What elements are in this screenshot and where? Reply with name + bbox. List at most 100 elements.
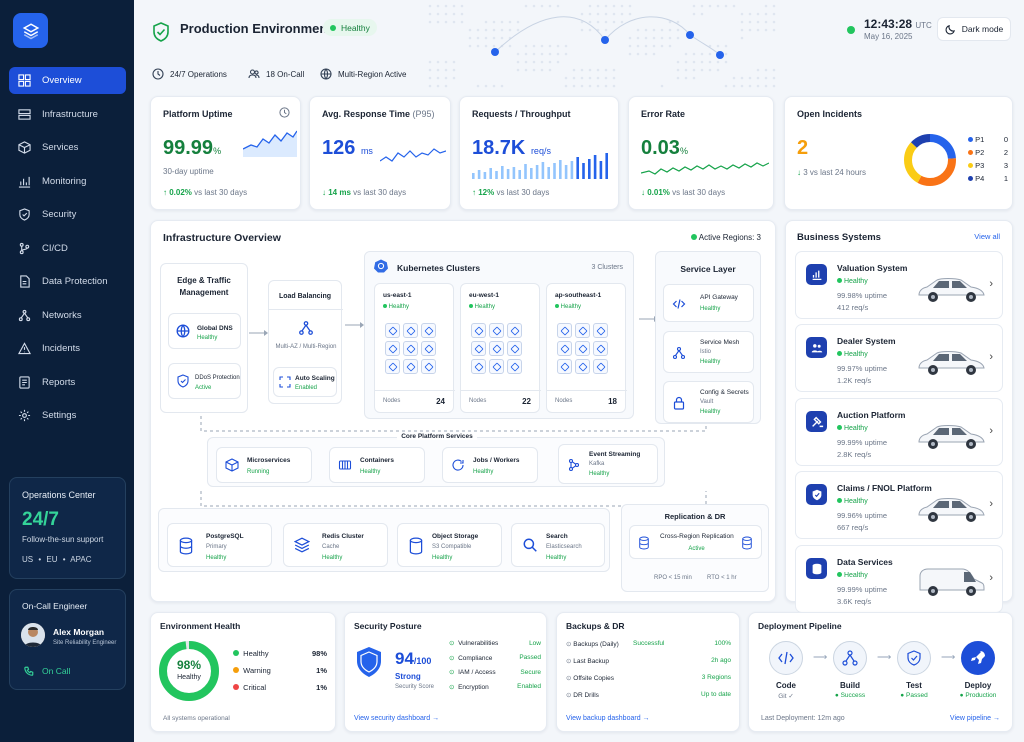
core-platform-box[interactable]: Core Platform Services Microservices Run…: [207, 433, 665, 487]
dr-rpo: RPO < 15 min: [654, 575, 692, 581]
chevron-right-icon[interactable]: ›: [989, 278, 993, 290]
store-status: Healthy: [432, 555, 453, 561]
app-logo[interactable]: [13, 13, 48, 48]
kpi-requests[interactable]: Requests / Throughput 18.7K req/s ↑ 12% …: [459, 96, 619, 210]
region-marker: [491, 48, 499, 56]
legend-value: 2: [1003, 148, 1008, 157]
pipeline-link[interactable]: View pipeline →: [950, 715, 1000, 722]
postgresql-node[interactable]: PostgreSQL Primary Healthy: [167, 523, 272, 567]
cross-region-replication-node[interactable]: Cross-Region Replication Active: [629, 525, 762, 559]
pipeline-step[interactable]: Build ● Success: [827, 641, 873, 699]
chevron-right-icon[interactable]: ›: [989, 572, 993, 584]
dark-mode-button[interactable]: Dark mode: [937, 17, 1011, 41]
sidebar-item-data-protection[interactable]: Data Protection: [9, 268, 126, 295]
business-system-item[interactable]: Data Services Healthy 99.99% uptime 3.6K…: [795, 545, 1003, 613]
object-storage-node[interactable]: Object Storage S3 Compatible Healthy: [397, 523, 502, 567]
microservices-node[interactable]: Microservices Running: [216, 447, 312, 483]
request-bar: [541, 162, 545, 179]
dark-mode-label: Dark mode: [961, 24, 1004, 34]
pipeline-step[interactable]: Deploy ● Production: [955, 641, 1001, 699]
kubernetes-icon: [374, 259, 388, 273]
security-score-of: /100: [413, 656, 432, 666]
cluster-ap-southeast-1[interactable]: ap-southeast-1 Healthy Nodes 18: [546, 283, 627, 413]
on-call-button[interactable]: On Call: [24, 666, 70, 676]
live-dot: [847, 26, 855, 34]
kpi-response-time[interactable]: Avg. Response Time (P95) 126 ms ↓ 14 ms …: [309, 96, 451, 210]
api-gateway-node[interactable]: API Gateway Healthy: [663, 284, 754, 322]
sidebar-item-security[interactable]: Security: [9, 201, 126, 228]
core-name: Containers: [360, 457, 394, 464]
load-balancing-box[interactable]: Load Balancing Multi-AZ / Multi-Region A…: [268, 280, 343, 404]
edge-title-1: Edge & Traffic: [177, 276, 231, 285]
replication-dr-box[interactable]: Replication & DR Cross-Region Replicatio…: [621, 504, 769, 592]
security-dashboard-link[interactable]: View security dashboard →: [354, 715, 439, 722]
redis-node[interactable]: Redis Cluster Cache Healthy: [283, 523, 388, 567]
strip-multiregion: Multi-Region Active: [338, 69, 407, 79]
health-label: Healthy: [177, 674, 201, 681]
cluster-status-label: Healthy: [474, 304, 496, 310]
pipeline-step[interactable]: Test ● Passed: [891, 641, 937, 699]
sidebar-item-infrastructure[interactable]: Infrastructure: [9, 101, 126, 128]
ddos-name: DDoS Protection: [195, 375, 240, 381]
kpi-label: Error Rate: [641, 109, 686, 119]
kpi-label: Requests / Throughput: [472, 109, 571, 119]
gear-icon: [18, 409, 31, 422]
system-rps: 1.2K req/s: [837, 376, 872, 385]
legend-key: P3: [968, 161, 984, 170]
search-node[interactable]: Search Elasticsearch Healthy: [511, 523, 605, 567]
ddos-protection-node[interactable]: DDoS Protection Active: [168, 363, 241, 399]
kpi-open-incidents[interactable]: Open Incidents 2 ↓ 3 vs last 24 hours P1…: [784, 96, 1013, 210]
global-dns-node[interactable]: Global DNS Healthy: [168, 313, 241, 349]
report-icon: [19, 375, 30, 389]
view-all-link[interactable]: View all: [974, 232, 1000, 241]
security-rows: ⊙ Vulnerabilities Low ⊙ Compliance Passed ⊙ …: [449, 639, 541, 697]
backup-dashboard-link[interactable]: View backup dashboard →: [566, 715, 650, 722]
nodes-count: 24: [436, 397, 445, 406]
containers-node[interactable]: Containers Healthy: [329, 447, 425, 483]
cluster-us-east-1[interactable]: us-east-1 Healthy Nodes 24: [374, 283, 455, 413]
sidebar-item-incidents[interactable]: Incidents: [9, 335, 126, 362]
pipeline-step[interactable]: Code Git ✓: [763, 641, 809, 700]
kpi-error-rate[interactable]: Error Rate 0.03% ↓ 0.01% vs last 30 days: [628, 96, 774, 210]
kpi-delta-text: vs last 30 days: [672, 188, 726, 197]
security-row-key: ⊙ Compliance: [449, 654, 492, 662]
sidebar-item-networks[interactable]: Networks: [9, 302, 126, 329]
kubernetes-clusters-box[interactable]: Kubernetes Clusters 3 Clusters us-east-1…: [364, 251, 634, 419]
edge-traffic-box[interactable]: Edge & Traffic Management Global DNS Hea…: [160, 263, 248, 413]
business-systems-card: Business Systems View all Valuation Syst…: [785, 220, 1013, 613]
sidebar-item-monitoring[interactable]: Monitoring: [9, 168, 126, 195]
search-icon: [523, 538, 537, 552]
event-streaming-node[interactable]: Event Streaming Kafka Healthy: [558, 444, 658, 484]
dns-status: Healthy: [197, 335, 218, 341]
car-image: [918, 351, 985, 375]
config-secrets-node[interactable]: Config & Secrets Vault Healthy: [663, 381, 754, 423]
sidebar-item-label: Reports: [42, 376, 76, 388]
sidebar-item-reports[interactable]: Reports: [9, 369, 126, 396]
legend-key-label: P1: [975, 135, 985, 144]
step-status: ● Passed: [900, 692, 928, 699]
service-layer-box[interactable]: Service Layer API Gateway Healthy Servic…: [655, 251, 761, 424]
sidebar-item-overview[interactable]: Overview: [9, 67, 126, 94]
chevron-right-icon[interactable]: ›: [989, 498, 993, 510]
health-row-value: 1%: [316, 683, 327, 692]
legend-row: P2 2: [968, 148, 1008, 157]
chevron-right-icon[interactable]: ›: [989, 351, 993, 363]
business-system-item[interactable]: Auction Platform Healthy 99.99% uptime 2…: [795, 398, 1003, 466]
cluster-status-label: Healthy: [560, 304, 582, 310]
business-system-item[interactable]: Valuation System Healthy 99.98% uptime 4…: [795, 251, 1003, 319]
core-status: Running: [247, 469, 270, 475]
dr-title: Replication & DR: [664, 512, 726, 521]
cluster-eu-west-1[interactable]: eu-west-1 Healthy Nodes 22: [460, 283, 541, 413]
sidebar-item-settings[interactable]: Settings: [9, 402, 126, 429]
sidebar-item-cicd[interactable]: CI/CD: [9, 235, 126, 262]
jobs-workers-node[interactable]: Jobs / Workers Healthy: [442, 447, 538, 483]
service-mesh-node[interactable]: Service Mesh Istio Healthy: [663, 331, 754, 373]
chevron-right-icon[interactable]: ›: [989, 425, 993, 437]
business-system-item[interactable]: Claims / FNOL Platform Healthy 99.96% up…: [795, 471, 1003, 539]
request-bar: [576, 157, 579, 179]
gavel-icon: [806, 411, 827, 432]
auto-scaling-node[interactable]: Auto Scaling Enabled: [273, 367, 337, 397]
kpi-uptime[interactable]: Platform Uptime 99.99% 30-day uptime ↑ 0…: [150, 96, 301, 210]
business-system-item[interactable]: Dealer System Healthy 99.97% uptime 1.2K…: [795, 324, 1003, 392]
sidebar-item-services[interactable]: Services: [9, 134, 126, 161]
